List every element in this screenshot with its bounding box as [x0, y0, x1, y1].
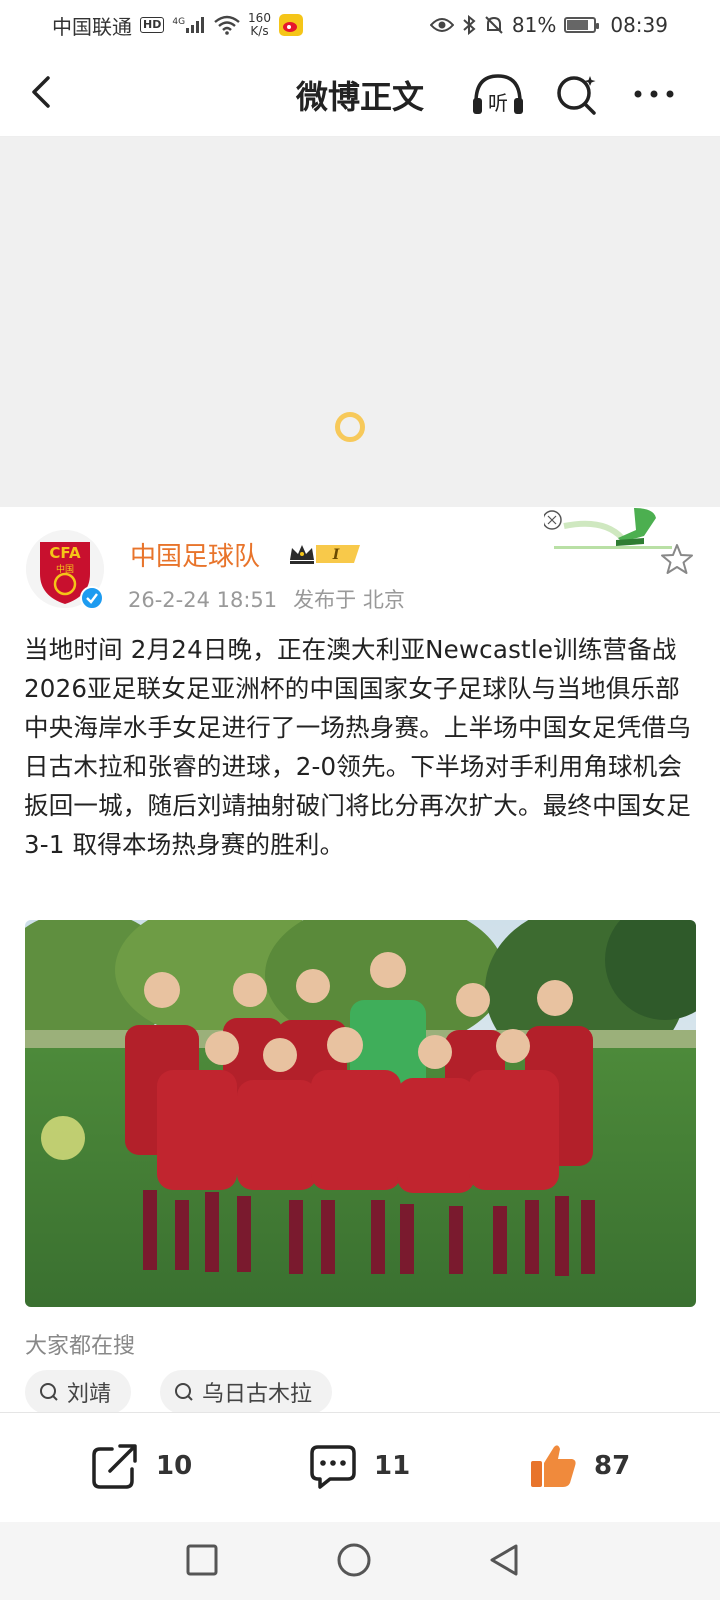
- post-meta: 26-2-24 18:51 发布于 北京: [128, 584, 405, 614]
- comment-button[interactable]: 11: [308, 1441, 410, 1491]
- network-speed: 160 K/s: [248, 11, 271, 38]
- repost-count: 10: [156, 1451, 193, 1481]
- comment-icon: [310, 1445, 356, 1489]
- repost-button[interactable]: 10: [90, 1441, 192, 1491]
- loading-spinner-icon: [335, 412, 365, 442]
- trending-search-label: 大家都在搜: [25, 1334, 136, 1359]
- eye-icon: [429, 18, 454, 32]
- search-icon: [40, 1383, 58, 1401]
- svg-text:听: 听: [488, 91, 508, 115]
- favorite-star-icon[interactable]: [660, 542, 694, 576]
- like-button[interactable]: 87: [528, 1441, 630, 1491]
- listen-button[interactable]: 听: [470, 70, 523, 118]
- top-header: 微博正文 听: [0, 50, 720, 137]
- battery-percent: 81%: [511, 13, 557, 37]
- share-icon: [92, 1444, 137, 1489]
- weibo-notification-icon: [278, 14, 303, 36]
- headphones-icon: 听: [473, 74, 523, 115]
- post-photo[interactable]: [25, 920, 696, 1307]
- post-timestamp: 26-2-24 18:51: [128, 588, 278, 612]
- trending-chip-2[interactable]: 乌日古木拉: [160, 1370, 333, 1414]
- author-name[interactable]: 中国足球队: [130, 536, 260, 573]
- svg-text:CFA: CFA: [49, 544, 81, 562]
- media-loading-area[interactable]: [0, 137, 720, 507]
- hd-badge: HD: [140, 17, 165, 33]
- comment-count: 11: [374, 1451, 411, 1481]
- mute-bell-icon: [485, 16, 503, 34]
- wifi-icon: [214, 15, 240, 35]
- bluetooth-icon: [463, 15, 476, 35]
- back-arrow-icon[interactable]: [24, 72, 64, 112]
- search-icon[interactable]: [552, 70, 600, 118]
- page-title: 微博正文: [295, 78, 424, 116]
- football-decoration-icon: [544, 508, 672, 549]
- battery-icon: [564, 17, 600, 33]
- signal-icon: 4G: [172, 17, 206, 33]
- action-bar: 10 11 87: [0, 1412, 720, 1523]
- vip-crown-badge-icon[interactable]: I: [288, 542, 364, 566]
- trending-chip-1[interactable]: 刘靖: [25, 1370, 132, 1414]
- svg-text:I: I: [332, 547, 340, 563]
- post-location: 发布于 北京: [293, 588, 405, 612]
- post-text: 当地时间 2月24日晚，正在澳大利亚Newcastle训练营备战2026亚足联女…: [24, 635, 691, 859]
- team-photo-image: [25, 920, 696, 1307]
- home-icon[interactable]: [336, 1542, 372, 1578]
- verified-badge-icon: [80, 586, 104, 610]
- trending-chip-label: 乌日古木拉: [202, 1382, 313, 1407]
- clock: 08:39: [610, 13, 668, 37]
- carrier-label: 中国联通: [52, 14, 132, 39]
- more-options-icon[interactable]: [630, 70, 678, 118]
- recent-apps-icon[interactable]: [184, 1542, 220, 1578]
- back-triangle-icon[interactable]: [486, 1542, 522, 1578]
- like-count: 87: [594, 1451, 631, 1481]
- search-icon: [175, 1383, 193, 1401]
- thumbs-up-icon: [531, 1445, 576, 1487]
- system-nav-bar: [0, 1522, 720, 1600]
- status-bar: 中国联通 HD 4G 160 K/s 81% 08:39: [0, 0, 720, 50]
- trending-chip-label: 刘靖: [67, 1382, 112, 1407]
